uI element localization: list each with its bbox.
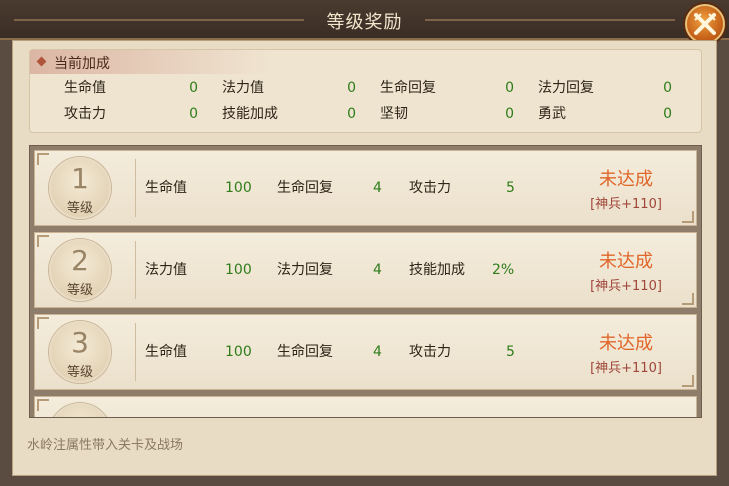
bonus-stat-label: 法力回复 <box>538 80 594 96</box>
reward-stat-value: 4 <box>373 180 382 196</box>
level-reward-list[interactable]: 1 等级 生命值 100 生命回复 4 攻击力 5 未达成 [神兵+110] 2… <box>29 145 702 418</box>
level-number: 1 <box>71 162 89 195</box>
level-reward-window: 等级奖励 当前加成 生命值 0 法力值 0 生命回复 0 法力回复 0 攻击力 <box>0 0 729 486</box>
reward-stat-label: 攻击力 <box>409 180 451 196</box>
bonus-stat-label: 生命值 <box>64 80 106 96</box>
window-title: 等级奖励 <box>326 12 403 33</box>
level-number: 3 <box>71 326 89 359</box>
reward-stat-value: 2% <box>492 262 515 278</box>
reward-stat-label: 攻击力 <box>409 344 451 360</box>
level-badge: 3 等级 <box>49 321 111 383</box>
status-not-achieved: 未达成 <box>599 251 653 272</box>
status-not-achieved: 未达成 <box>599 169 653 190</box>
level-row-2: 2 等级 法力值 100 法力回复 4 技能加成 2% 未达成 [神兵+110] <box>34 232 697 308</box>
row-divider <box>135 241 136 299</box>
reward-stat-value: 100 <box>225 262 252 278</box>
reward-stat-value: 5 <box>506 180 515 196</box>
level-label: 等级 <box>66 283 93 298</box>
reward-stat-value: 5 <box>506 344 515 360</box>
reward-stat-value: 100 <box>225 344 252 360</box>
footer-note: 水岭注属性带入关卡及战场 <box>27 438 184 453</box>
bonus-stat-value: 0 <box>505 106 514 122</box>
bonus-stat-label: 法力值 <box>222 80 264 96</box>
level-row-3: 3 等级 生命值 100 生命回复 4 攻击力 5 未达成 [神兵+110] <box>34 314 697 390</box>
bonus-stat-value: 0 <box>663 106 672 122</box>
bonus-stat-label: 坚韧 <box>380 106 408 122</box>
level-badge <box>49 403 111 417</box>
level-row-partial <box>34 396 697 417</box>
reward-stat-label: 生命值 <box>145 180 187 196</box>
current-bonus-title: 当前加成 <box>54 56 110 72</box>
reward-stat-value: 4 <box>373 262 382 278</box>
current-bonus-header: 当前加成 <box>30 50 270 74</box>
current-bonus-box: 当前加成 生命值 0 法力值 0 生命回复 0 法力回复 0 攻击力 0 技能加… <box>29 49 702 133</box>
bonus-stat-value: 0 <box>663 80 672 96</box>
reward-stat-label: 法力值 <box>145 262 187 278</box>
status-not-achieved: 未达成 <box>599 333 653 354</box>
requirement-text: [神兵+110] <box>590 279 662 294</box>
row-divider <box>135 323 136 381</box>
row-divider <box>135 159 136 217</box>
level-badge: 1 等级 <box>49 157 111 219</box>
bonus-stat-label: 攻击力 <box>64 106 106 122</box>
level-label: 等级 <box>66 201 93 216</box>
requirement-text: [神兵+110] <box>590 197 662 212</box>
level-row-1: 1 等级 生命值 100 生命回复 4 攻击力 5 未达成 [神兵+110] <box>34 150 697 226</box>
level-badge: 2 等级 <box>49 239 111 301</box>
bonus-stat-value: 0 <box>505 80 514 96</box>
reward-stat-value: 4 <box>373 344 382 360</box>
bonus-stat-label: 技能加成 <box>222 106 278 122</box>
reward-stat-label: 生命回复 <box>277 180 333 196</box>
reward-stat-value: 100 <box>225 180 252 196</box>
close-button[interactable] <box>685 4 725 44</box>
diamond-bullet-icon <box>36 56 47 67</box>
title-bar: 等级奖励 <box>0 0 729 40</box>
bonus-stat-label: 生命回复 <box>380 80 436 96</box>
requirement-text: [神兵+110] <box>590 361 662 376</box>
level-number: 2 <box>71 244 89 277</box>
content-panel: 当前加成 生命值 0 法力值 0 生命回复 0 法力回复 0 攻击力 0 技能加… <box>12 40 717 476</box>
bonus-stat-label: 勇武 <box>538 106 566 122</box>
reward-stat-label: 法力回复 <box>277 262 333 278</box>
reward-stat-label: 生命值 <box>145 344 187 360</box>
bonus-stat-value: 0 <box>189 80 198 96</box>
reward-stat-label: 生命回复 <box>277 344 333 360</box>
level-label: 等级 <box>66 365 93 380</box>
bonus-stat-value: 0 <box>189 106 198 122</box>
close-crossed-swords-icon <box>694 13 716 35</box>
reward-stat-label: 技能加成 <box>409 262 465 278</box>
bonus-stat-value: 0 <box>347 106 356 122</box>
bonus-stat-value: 0 <box>347 80 356 96</box>
